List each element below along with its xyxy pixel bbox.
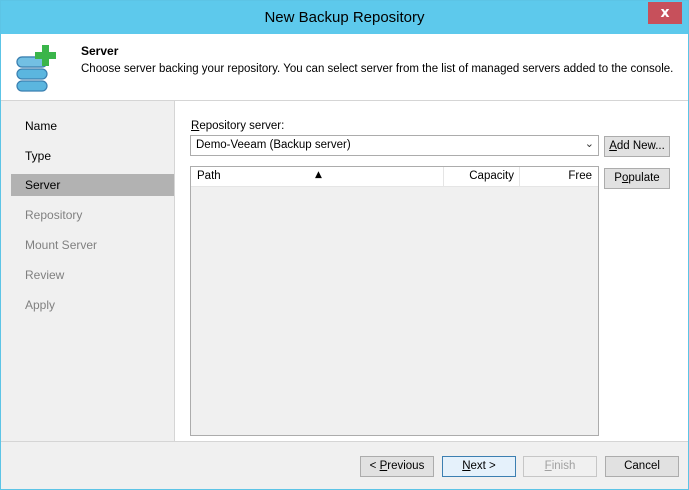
add-new-button[interactable]: Add New... <box>604 136 670 157</box>
dialog-window: New Backup Repository x Server Choose se… <box>0 0 689 490</box>
populate-button[interactable]: Populate <box>604 168 670 189</box>
step-name[interactable]: Name <box>11 115 174 137</box>
column-capacity[interactable]: Capacity <box>444 167 520 186</box>
title-bar[interactable]: New Backup Repository x <box>1 1 688 34</box>
chevron-down-icon[interactable]: ⌄ <box>585 137 594 150</box>
previous-button[interactable]: < Previous <box>360 456 434 477</box>
step-repository: Repository <box>25 208 83 222</box>
database-add-icon <box>16 45 56 92</box>
step-description: Choose server backing your repository. Y… <box>81 63 674 75</box>
path-list[interactable]: Path ▲ Capacity Free <box>190 166 599 436</box>
wizard-steps: Name Type Server Repository Mount Server… <box>1 101 174 441</box>
finish-button[interactable]: Finish <box>523 456 597 477</box>
repository-server-label: Repository server: <box>191 120 285 132</box>
step-server[interactable]: Server <box>11 174 174 196</box>
step-review: Review <box>25 268 65 282</box>
close-icon: x <box>660 5 670 21</box>
column-free[interactable]: Free <box>520 167 598 186</box>
repository-server-select[interactable]: Demo-Veeam (Backup server) ⌄ <box>190 135 599 156</box>
step-header: Server Choose server backing your reposi… <box>1 34 688 101</box>
step-type[interactable]: Type <box>11 145 174 167</box>
column-path[interactable]: Path ▲ <box>191 167 444 186</box>
cancel-button[interactable]: Cancel <box>605 456 679 477</box>
step-title: Server <box>81 44 119 58</box>
step-mount-server: Mount Server <box>25 238 98 252</box>
step-apply: Apply <box>25 298 56 312</box>
main-panel: Repository server: Demo-Veeam (Backup se… <box>175 101 688 441</box>
window-title: New Backup Repository <box>264 9 425 26</box>
repository-server-value: Demo-Veeam (Backup server) <box>196 139 351 151</box>
sort-ascending-icon: ▲ <box>315 170 322 180</box>
close-button[interactable]: x <box>648 2 682 24</box>
list-header: Path ▲ Capacity Free <box>191 167 598 187</box>
footer: < Previous Next > Finish Cancel <box>1 442 688 489</box>
next-button[interactable]: Next > <box>442 456 516 477</box>
